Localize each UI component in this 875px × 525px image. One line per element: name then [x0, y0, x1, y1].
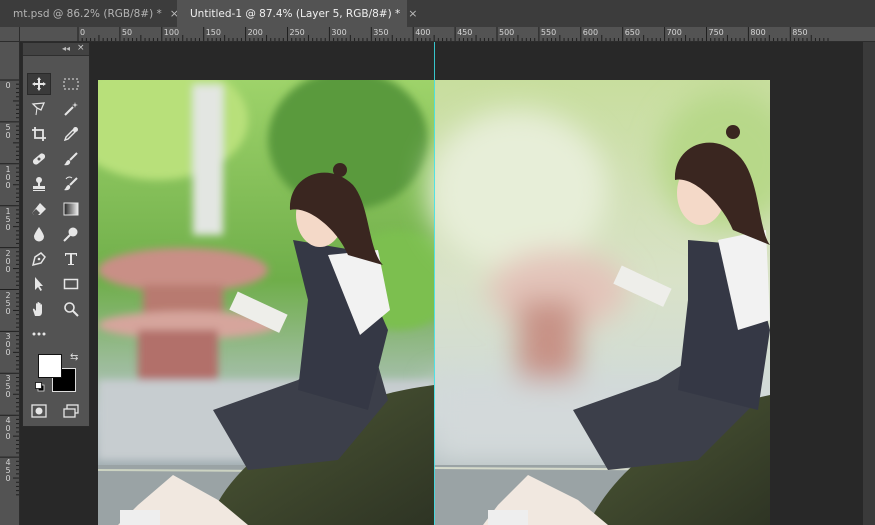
healing-brush-tool[interactable] — [27, 148, 51, 170]
ruler-label: 3 0 0 — [5, 332, 11, 358]
move-tool[interactable] — [27, 73, 51, 95]
quick-mask-button[interactable] — [27, 400, 51, 422]
shape-tool[interactable] — [59, 273, 83, 295]
clone-stamp-tool[interactable] — [27, 173, 51, 195]
ruler-label: 500 — [499, 28, 515, 37]
tab-mt-psd[interactable]: mt.psd @ 86.2% (RGB/8#) * × — [0, 0, 179, 27]
ruler-label: 50 — [121, 28, 133, 37]
ruler-label: 100 — [163, 28, 180, 37]
history-brush-tool[interactable] — [59, 173, 83, 195]
ruler-label: 650 — [624, 28, 640, 37]
foreground-color-swatch[interactable] — [38, 354, 62, 378]
ruler-label: 200 — [247, 28, 263, 37]
zoom-tool[interactable] — [59, 298, 83, 320]
crop-icon — [32, 127, 46, 141]
default-colors-icon[interactable] — [35, 382, 45, 392]
hand-tool[interactable] — [27, 298, 51, 320]
tab-label: mt.psd @ 86.2% (RGB/8#) * — [13, 8, 162, 20]
brush-icon — [64, 152, 78, 166]
close-icon[interactable]: × — [408, 0, 417, 27]
bandage-icon — [32, 153, 46, 165]
polygon-lasso-icon — [31, 102, 46, 116]
tools-panel: ◂◂ × ⇆ — [22, 42, 90, 427]
ruler-origin[interactable] — [0, 27, 20, 42]
type-icon — [65, 253, 77, 265]
rect-marquee-icon — [63, 78, 79, 90]
magic-wand-icon — [64, 102, 78, 116]
blur-tool[interactable] — [27, 223, 51, 245]
tab-untitled-1[interactable]: Untitled-1 @ 87.4% (Layer 5, RGB/8#) * × — [177, 0, 418, 27]
vertical-scrollbar[interactable] — [863, 42, 875, 525]
ruler-label: 2 0 0 — [5, 248, 11, 274]
ruler-ticks — [0, 79, 19, 496]
crop-tool[interactable] — [27, 123, 51, 145]
eraser-tool[interactable] — [27, 198, 51, 220]
eyedropper-tool[interactable] — [59, 123, 83, 145]
drop-icon — [34, 227, 44, 242]
rectangle-icon — [63, 278, 79, 290]
ruler-label: 1 5 0 — [5, 206, 11, 232]
panel-header[interactable]: ◂◂ × — [23, 43, 89, 56]
swap-colors-icon[interactable]: ⇆ — [70, 352, 78, 363]
stamp-icon — [33, 177, 45, 191]
dodge-tool[interactable] — [59, 223, 83, 245]
gradient-tool[interactable] — [59, 198, 83, 220]
ruler-label: 1 0 0 — [5, 164, 11, 190]
tab-label: Untitled-1 @ 87.4% (Layer 5, RGB/8#) * — [190, 8, 401, 20]
marquee-tool[interactable] — [59, 73, 83, 95]
screen-mode-icon — [63, 404, 79, 418]
ruler-label: 250 — [289, 28, 305, 37]
ruler-ticks — [77, 27, 829, 41]
horizontal-ruler[interactable]: 0 50 100 150 200 250 300 350 400 450 500 550 600 650 7… — [20, 27, 875, 42]
ruler-label: 600 — [582, 28, 599, 37]
ruler-label: 4 0 0 — [5, 416, 11, 442]
edit-toolbar[interactable] — [27, 323, 51, 345]
ruler-label: 3 5 0 — [5, 374, 11, 400]
move-icon — [32, 77, 46, 91]
ruler-label: 550 — [540, 28, 557, 37]
ruler-label: 2 5 0 — [5, 290, 11, 316]
ruler-label: 4 5 0 — [5, 458, 11, 484]
path-selection-tool[interactable] — [27, 273, 51, 295]
ruler-label: 400 — [415, 28, 431, 37]
guide-line[interactable] — [434, 42, 435, 525]
ruler-label: 750 — [708, 28, 724, 37]
hand-icon — [32, 302, 42, 316]
ruler-label: 700 — [666, 28, 682, 37]
collapse-icon[interactable]: ◂◂ — [62, 44, 70, 53]
gradient-icon — [63, 202, 79, 216]
type-tool[interactable] — [59, 248, 83, 270]
document-tab-bar: mt.psd @ 86.2% (RGB/8#) * × Untitled-1 @ … — [0, 0, 875, 28]
close-icon[interactable]: × — [77, 43, 85, 53]
vertical-ruler[interactable]: 0 5 0 1 0 0 1 5 0 2 0 0 2 5 0 3 0 0 3 5 0 4 0 0 4… — [0, 42, 20, 525]
ruler-label: 5 0 — [5, 122, 11, 140]
ruler-label: 800 — [750, 28, 766, 37]
ruler-label: 0 — [5, 81, 11, 90]
ruler-label: 850 — [792, 28, 808, 37]
ruler-label: 450 — [457, 28, 473, 37]
ruler-label: 350 — [373, 28, 389, 37]
ruler-label: 300 — [331, 28, 347, 37]
ruler-label: 150 — [205, 28, 221, 37]
eyedropper-icon — [63, 127, 78, 142]
dodge-icon — [63, 227, 78, 242]
eraser-icon — [32, 203, 46, 215]
magic-wand-tool[interactable] — [59, 98, 83, 120]
lasso-tool[interactable] — [27, 98, 51, 120]
more-icon — [32, 332, 46, 336]
arrow-icon — [35, 277, 43, 291]
brush-tool[interactable] — [59, 148, 83, 170]
history-brush-icon — [64, 176, 78, 191]
zoom-icon — [64, 302, 79, 317]
quick-mask-icon — [31, 404, 47, 418]
pen-tool[interactable] — [27, 248, 51, 270]
ruler-label: 0 — [80, 28, 86, 37]
pen-icon — [31, 252, 46, 267]
screen-mode-button[interactable] — [59, 400, 83, 422]
